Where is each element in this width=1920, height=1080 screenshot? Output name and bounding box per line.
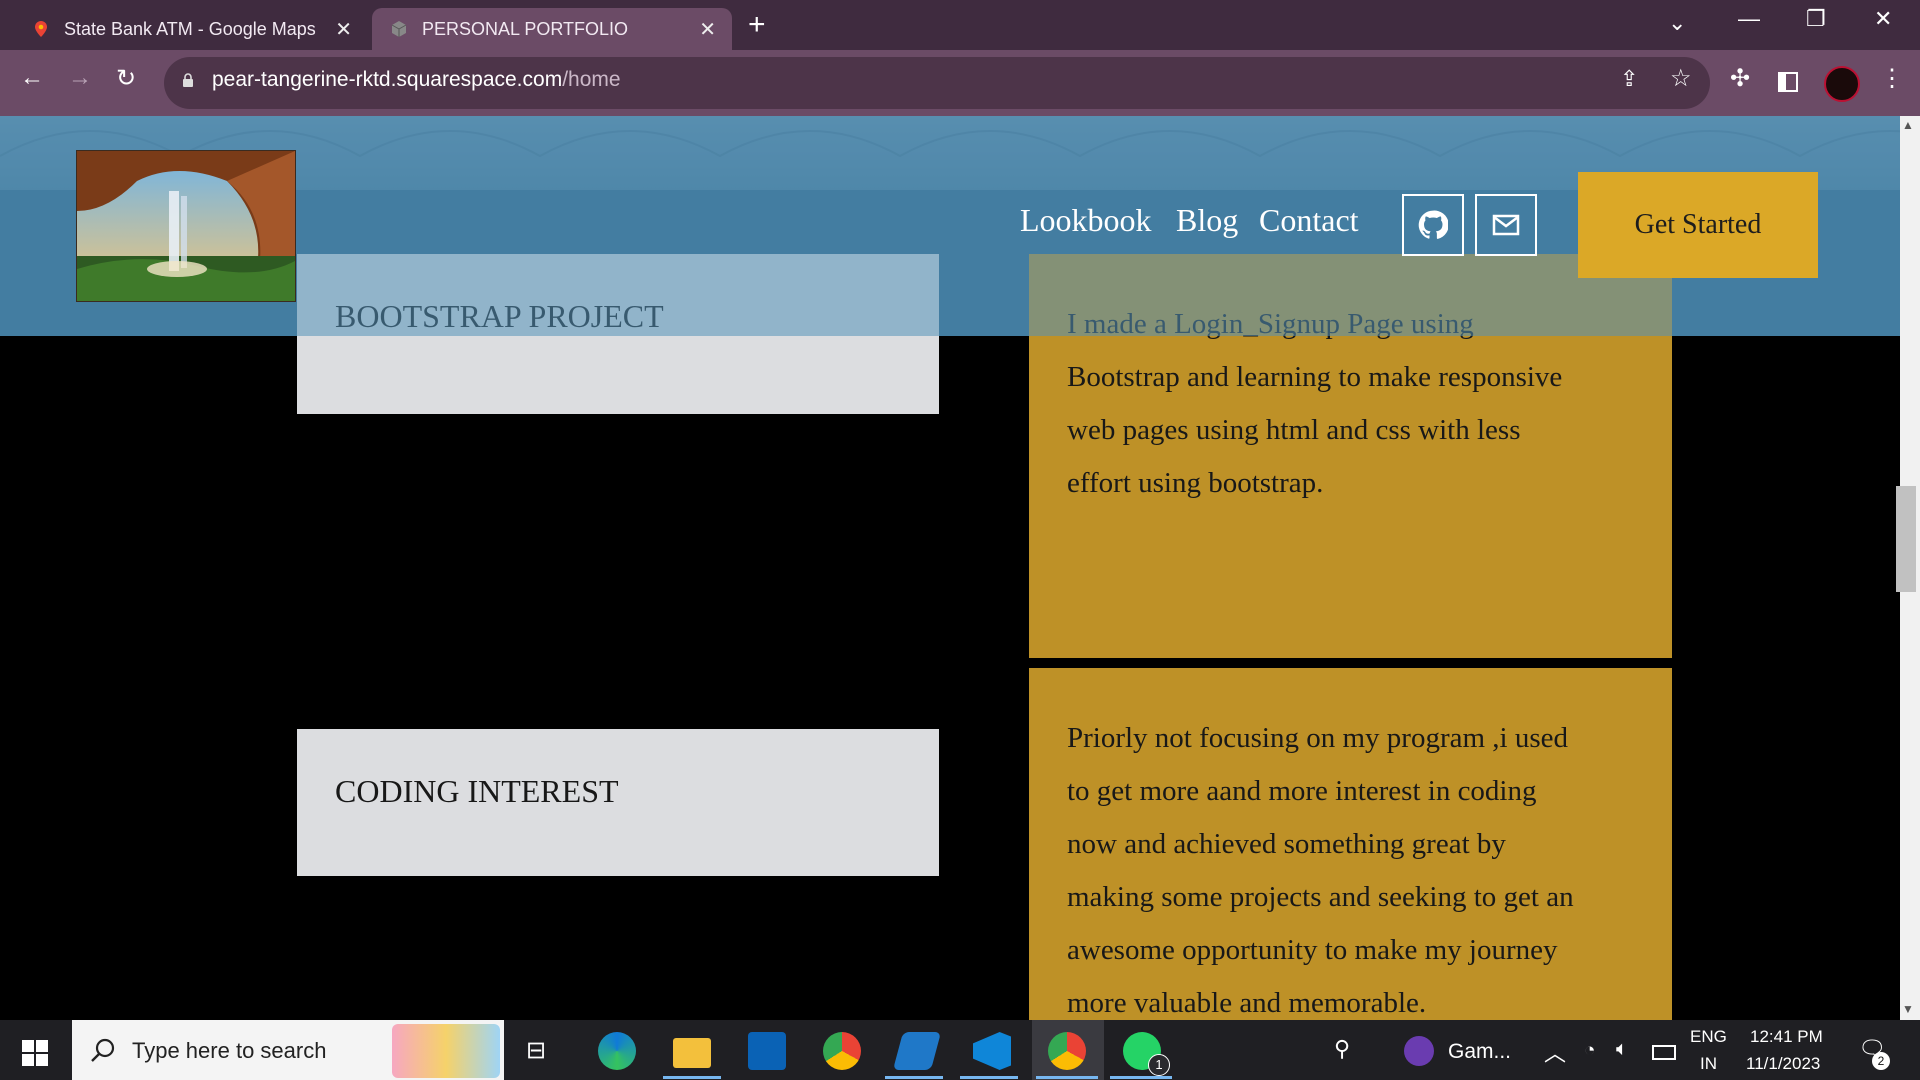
whatsapp-badge: 1 xyxy=(1148,1054,1170,1076)
search-placeholder[interactable]: Type here to search xyxy=(132,1038,326,1064)
close-tab-icon[interactable]: ✕ xyxy=(699,17,716,42)
search-highlight-illustration xyxy=(392,1024,500,1078)
active-indicator xyxy=(663,1076,721,1079)
game-widget-label[interactable]: Gam... xyxy=(1448,1040,1511,1064)
url-text[interactable]: pear-tangerine-rktd.squarespace.com/home xyxy=(212,68,621,92)
active-indicator xyxy=(885,1076,943,1079)
email-button[interactable] xyxy=(1475,194,1537,256)
section-text-card: Priorly not focusing on my program ,i us… xyxy=(1029,668,1672,1020)
tab-title: PERSONAL PORTFOLIO xyxy=(422,18,629,39)
chrome-icon[interactable] xyxy=(823,1032,861,1070)
close-tab-icon[interactable]: ✕ xyxy=(335,17,352,42)
text-line: awesome opportunity to make my journey xyxy=(1067,934,1558,966)
text-line: more valuable and memorable. xyxy=(1067,987,1427,1019)
text-line: I made a Login_Signup Page using xyxy=(1067,308,1474,340)
new-tab-button[interactable]: + xyxy=(748,8,766,42)
tab-search-chevron-icon[interactable]: ⌄ xyxy=(1668,10,1686,36)
scroll-up-arrow-icon[interactable]: ▲ xyxy=(1902,118,1914,132)
nav-contact[interactable]: Contact xyxy=(1259,202,1359,239)
profile-avatar[interactable] xyxy=(1824,66,1860,102)
section-title: CODING INTEREST xyxy=(335,773,619,809)
close-window-icon[interactable]: ✕ xyxy=(1874,6,1892,32)
wifi-icon[interactable]: ◔ xyxy=(1584,1040,1595,1062)
section-text: I made a Login_Signup Page using Bootstr… xyxy=(1067,298,1667,510)
text-line: Priorly not focusing on my program ,i us… xyxy=(1067,722,1569,754)
scrollbar-thumb[interactable] xyxy=(1896,486,1916,592)
back-icon[interactable]: ← xyxy=(20,64,44,92)
section-title: BOOTSTRAP PROJECT xyxy=(335,298,664,334)
active-indicator xyxy=(1036,1076,1098,1079)
active-indicator xyxy=(1110,1076,1172,1079)
clock-date[interactable]: 11/1/2023 xyxy=(1746,1054,1820,1074)
lock-icon[interactable] xyxy=(182,73,194,87)
game-widget-icon[interactable] xyxy=(1404,1036,1434,1066)
show-hidden-icons-chevron-icon[interactable]: ︿ xyxy=(1544,1036,1566,1068)
section-text: Priorly not focusing on my program ,i us… xyxy=(1067,712,1677,1020)
github-icon xyxy=(1418,210,1448,239)
volume-icon[interactable]: 🔈︎ xyxy=(1616,1038,1628,1061)
people-icon[interactable]: ⚲ xyxy=(1334,1036,1350,1062)
bookmark-star-icon[interactable]: ☆ xyxy=(1670,64,1692,93)
battery-icon[interactable] xyxy=(1652,1045,1676,1060)
scroll-down-arrow-icon[interactable]: ▼ xyxy=(1902,1002,1914,1016)
clock-time[interactable]: 12:41 PM xyxy=(1750,1027,1823,1047)
microsoft-store-icon[interactable] xyxy=(748,1032,786,1070)
tab-title: State Bank ATM - Google Maps xyxy=(64,18,316,39)
active-indicator xyxy=(960,1076,1018,1079)
maps-pin-icon xyxy=(35,21,47,37)
minimize-icon[interactable]: — xyxy=(1738,6,1760,32)
edge-browser-icon[interactable] xyxy=(598,1032,636,1070)
text-line: effort using bootstrap. xyxy=(1067,467,1324,499)
nav-blog[interactable]: Blog xyxy=(1176,202,1238,239)
file-explorer-icon[interactable] xyxy=(673,1038,711,1068)
webpage: BOOTSTRAP PROJECT I made a Login_Signup … xyxy=(0,116,1900,1020)
share-icon[interactable]: ⇪ xyxy=(1620,66,1638,92)
url-path: /home xyxy=(562,68,621,91)
section-title-card: CODING INTEREST xyxy=(297,729,939,876)
chrome-profile-icon[interactable] xyxy=(1048,1032,1086,1070)
section-text-card: I made a Login_Signup Page using Bootstr… xyxy=(1029,254,1672,658)
chrome-menu-icon[interactable]: ⋮ xyxy=(1880,64,1904,93)
extensions-puzzle-icon[interactable]: ✣ xyxy=(1730,64,1750,93)
side-panel-icon[interactable] xyxy=(1778,72,1798,92)
get-started-button[interactable]: Get Started xyxy=(1578,172,1818,278)
windows-start-icon[interactable] xyxy=(22,1040,48,1066)
text-line: making some projects and seeking to get … xyxy=(1067,881,1574,913)
section-title-card: BOOTSTRAP PROJECT xyxy=(297,254,939,414)
mail-icon xyxy=(1492,214,1520,236)
site-logo-image[interactable] xyxy=(76,150,296,302)
url-domain: pear-tangerine-rktd.squarespace.com xyxy=(212,68,563,91)
github-button[interactable] xyxy=(1402,194,1464,256)
text-line: to get more aand more interest in coding xyxy=(1067,775,1537,807)
tab-google-maps[interactable]: State Bank ATM - Google Maps ✕ xyxy=(14,8,368,50)
text-line: now and achieved something great by xyxy=(1067,828,1506,860)
text-line: Bootstrap and learning to make responsiv… xyxy=(1067,361,1563,393)
forward-icon[interactable]: → xyxy=(68,64,92,92)
squarespace-cube-icon xyxy=(391,21,407,37)
restore-icon[interactable]: ❐ xyxy=(1806,6,1826,32)
task-view-icon[interactable]: ⊟ xyxy=(526,1036,546,1065)
notification-count: 2 xyxy=(1872,1052,1890,1070)
waterfall-landscape xyxy=(77,151,295,301)
language-code[interactable]: ENG xyxy=(1690,1027,1727,1047)
search-icon xyxy=(91,1038,115,1062)
tab-personal-portfolio[interactable]: PERSONAL PORTFOLIO ✕ xyxy=(372,8,732,50)
reload-icon[interactable]: ↻ xyxy=(116,64,136,93)
nav-lookbook[interactable]: Lookbook xyxy=(1020,202,1152,239)
text-line: web pages using html and css with less xyxy=(1067,414,1521,446)
region-code[interactable]: IN xyxy=(1700,1054,1717,1074)
